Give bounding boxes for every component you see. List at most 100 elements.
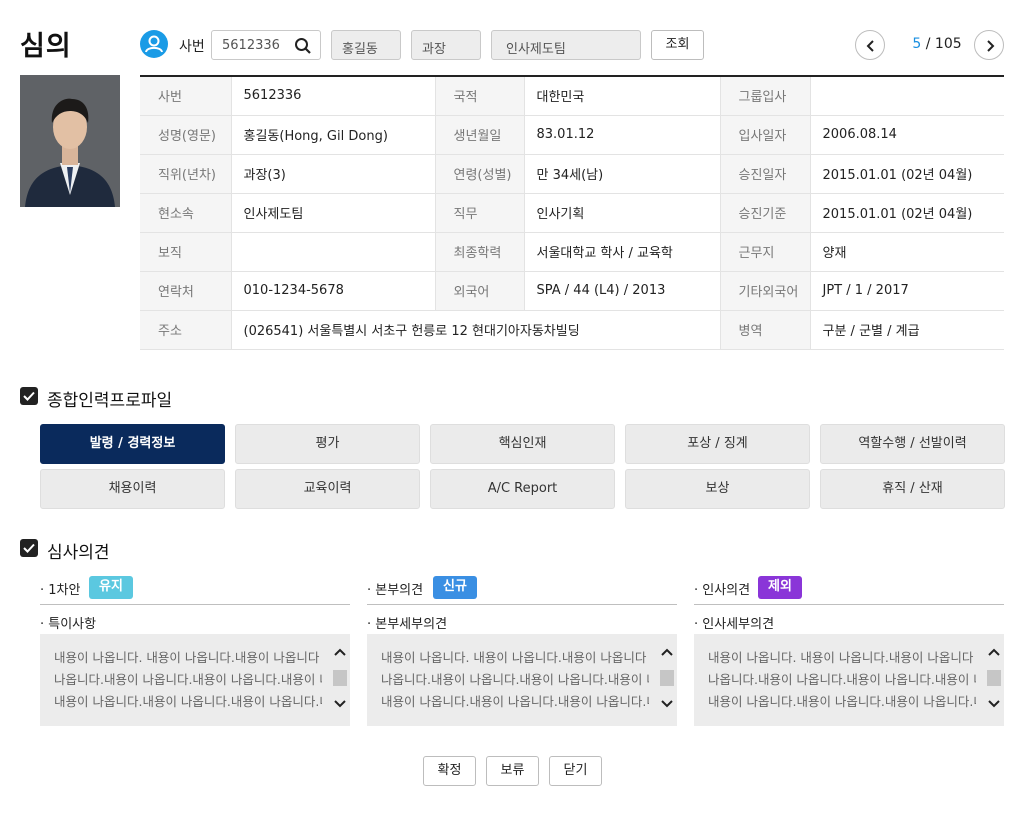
emp-no-value: 5612336 [222,38,280,53]
scroll-up-icon[interactable] [661,648,673,656]
hr-opinion-header: · 인사의견 제외 [694,576,1004,605]
special-notes-label: · 특이사항 [40,617,97,632]
address-value: (026541) 서울특별시 서초구 헌릉로 12 현대기아자동차빌딩 [231,310,721,350]
pager-separator: / [921,36,935,52]
division-opinion-label: · 본부의견 [367,583,424,598]
status-badge: 제외 [758,576,802,599]
close-button[interactable]: 닫기 [549,756,602,786]
info-label: 그룹입사 [720,76,811,116]
info-value: 양재 [810,232,1004,272]
info-value: 만 34세(남) [524,154,721,194]
military-label: 병역 [720,310,811,350]
scroll-up-icon[interactable] [334,648,346,656]
pager-current: 5 [912,36,922,52]
scrollbar[interactable] [984,634,1004,726]
pager-total: 105 [934,36,962,52]
table-row: 주소 (026541) 서울특별시 서초구 헌릉로 12 현대기아자동차빌딩 병… [140,310,1004,350]
info-value: 서울대학교 학사 / 교육학 [524,232,721,272]
search-icon[interactable] [294,37,312,55]
name-value: 홍길동 [342,42,378,57]
info-label: 연령(성별) [435,154,525,194]
position-field: 과장 [411,30,481,60]
review-section-checkbox[interactable] [20,539,38,557]
profile-section-title: 종합인력프로파일 [47,391,173,411]
info-label: 외국어 [435,271,525,311]
scroll-down-icon[interactable] [661,700,673,708]
first-draft-header: · 1차안 유지 [40,576,350,605]
team-value: 인사제도팀 [506,42,566,57]
name-field: 홍길동 [331,30,401,60]
info-label: 기타외국어 [720,271,811,311]
info-label: 최종학력 [435,232,525,272]
info-label: 생년월일 [435,115,525,155]
info-label: 입사일자 [720,115,811,155]
table-row: 보직 최종학력 서울대학교 학사 / 교육학 근무지 양재 [140,232,1004,272]
info-value: JPT / 1 / 2017 [810,271,1004,311]
special-notes-textarea[interactable]: 내용이 나옵니다. 내용이 나옵니다.내용이 나옵니다 나옵니다.내용이 나옵니다… [40,634,350,726]
info-value: 010-1234-5678 [231,271,436,311]
tab-education[interactable]: 교육이력 [235,469,420,509]
confirm-button[interactable]: 확정 [423,756,476,786]
prev-page-button[interactable] [855,30,885,60]
hold-button[interactable]: 보류 [486,756,539,786]
tab-compensation[interactable]: 보상 [625,469,810,509]
table-row: 현소속 인사제도팀 직무 인사기획 승진기준 2015.01.01 (02년 0… [140,193,1004,233]
emp-no-input[interactable]: 5612336 [211,30,321,60]
scroll-thumb[interactable] [660,670,674,686]
check-icon [23,543,35,553]
info-value: SPA / 44 (L4) / 2013 [524,271,721,311]
user-icon [140,30,168,58]
info-value: 인사제도팀 [231,193,436,233]
info-value [810,76,1004,116]
info-label: 승진일자 [720,154,811,194]
table-row: 사번 5612336 국적 대한민국 그룹입사 [140,76,1004,116]
hr-detail-textarea[interactable]: 내용이 나옵니다. 내용이 나옵니다.내용이 나옵니다 나옵니다.내용이 나옵니다… [694,634,1004,726]
chevron-right-icon [987,40,995,52]
tab-evaluation[interactable]: 평가 [235,424,420,464]
address-label: 주소 [140,310,232,350]
emp-no-label: 사번 [179,39,205,55]
table-row: 성명(영문) 홍길동(Hong, Gil Dong) 생년월일 83.01.12… [140,115,1004,155]
scroll-thumb[interactable] [987,670,1001,686]
info-label: 사번 [140,76,232,116]
tab-appointment-career[interactable]: 발령 / 경력정보 [40,424,225,464]
tab-key-talent[interactable]: 핵심인재 [430,424,615,464]
info-value: 과장(3) [231,154,436,194]
scrollbar[interactable] [657,634,677,726]
check-icon [23,391,35,401]
scroll-down-icon[interactable] [988,700,1000,708]
military-value: 구분 / 군별 / 계급 [810,310,1004,350]
hr-detail-label: · 인사세부의견 [694,617,775,632]
first-draft-label: · 1차안 [40,583,81,598]
info-label: 성명(영문) [140,115,232,155]
page-title: 심의 [20,31,72,62]
tab-reward-discipline[interactable]: 포상 / 징계 [625,424,810,464]
tab-role-selection[interactable]: 역할수행 / 선발이력 [820,424,1005,464]
info-label: 직무 [435,193,525,233]
next-page-button[interactable] [974,30,1004,60]
review-section-title: 심사의견 [47,543,110,563]
profile-section-checkbox[interactable] [20,387,38,405]
division-detail-textarea[interactable]: 내용이 나옵니다. 내용이 나옵니다.내용이 나옵니다 나옵니다.내용이 나옵니다… [367,634,677,726]
scroll-down-icon[interactable] [334,700,346,708]
chevron-left-icon [866,40,874,52]
search-button[interactable]: 조회 [651,30,704,60]
info-value: 대한민국 [524,76,721,116]
scroll-thumb[interactable] [333,670,347,686]
tab-leave-injury[interactable]: 휴직 / 산재 [820,469,1005,509]
tab-recruitment[interactable]: 채용이력 [40,469,225,509]
status-badge: 신규 [433,576,477,599]
scroll-up-icon[interactable] [988,648,1000,656]
tab-ac-report[interactable]: A/C Report [430,469,615,509]
info-value: 2006.08.14 [810,115,1004,155]
position-value: 과장 [422,42,446,57]
info-value: 83.01.12 [524,115,721,155]
employee-photo [20,75,120,207]
info-label: 국적 [435,76,525,116]
division-opinion-header: · 본부의견 신규 [367,576,677,605]
info-value: 2015.01.01 (02년 04월) [810,193,1004,233]
team-field: 인사제도팀 [491,30,641,60]
table-row: 연락처 010-1234-5678 외국어 SPA / 44 (L4) / 20… [140,271,1004,311]
info-value: 2015.01.01 (02년 04월) [810,154,1004,194]
scrollbar[interactable] [330,634,350,726]
